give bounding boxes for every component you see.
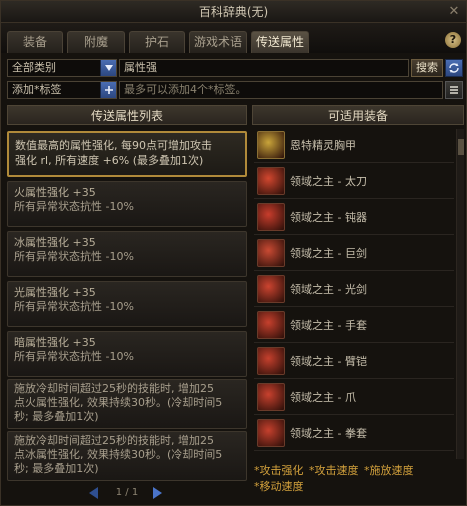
equipment-name: 领域之主 - 太刀 — [290, 175, 367, 188]
equipment-row[interactable]: 领域之主 - 太刀 — [254, 165, 454, 199]
equipment-row[interactable]: 领域之主 - 爪 — [254, 381, 454, 415]
chevron-down-icon[interactable] — [100, 60, 116, 76]
equipment-row[interactable]: 领域之主 - 光剑 — [254, 273, 454, 307]
greatsword-icon — [257, 239, 285, 267]
attribute-card[interactable]: 火属性强化 +35 所有异常状态抗性 -10% — [7, 181, 247, 227]
tag-input-placeholder: 最多可以添加4个*标签。 — [124, 83, 247, 96]
equipment-row[interactable]: 领域之主 - 拳套 — [254, 417, 454, 451]
attribute-card[interactable]: 光属性强化 +35 所有异常状态抗性 -10% — [7, 281, 247, 327]
tab-transfer-attributes[interactable]: 传送属性 — [251, 31, 309, 53]
prev-page-icon[interactable] — [89, 487, 98, 499]
gauntlet-icon — [257, 311, 285, 339]
add-tag-icon[interactable] — [100, 82, 116, 98]
search-input-value: 属性强 — [124, 61, 157, 74]
katana-icon — [257, 167, 285, 195]
equipment-name: 领域之主 - 巨剑 — [290, 247, 367, 260]
equipment-name: 领域之主 - 钝器 — [290, 211, 367, 224]
attribute-card[interactable]: 冰属性强化 +35 所有异常状态抗性 -10% — [7, 231, 247, 277]
attribute-list-header: 传送属性列表 — [7, 105, 247, 125]
filter-tag[interactable]: *攻击强化 — [254, 464, 304, 477]
filter-tag[interactable]: *移动速度 — [254, 480, 304, 493]
equipment-name: 领域之主 - 光剑 — [290, 283, 367, 296]
equipment-row[interactable]: 领域之主 - 钝器 — [254, 201, 454, 235]
equipment-name: 领域之主 - 爪 — [290, 391, 356, 404]
armguard-icon — [257, 347, 285, 375]
search-input[interactable]: 属性强 — [119, 59, 409, 77]
lightsaber-icon — [257, 275, 285, 303]
attribute-card[interactable]: 施放冷却时间超过25秒的技能时, 增加25 点火属性强化, 效果持续30秒。(冷… — [7, 379, 247, 429]
tab-enchant[interactable]: 附魔 — [67, 31, 125, 53]
tag-input[interactable]: 最多可以添加4个*标签。 — [119, 81, 443, 99]
attribute-card-line: 强化 rl, 所有速度 +6% (最多叠加1次) — [15, 154, 204, 167]
attribute-card-line: 施放冷却时间超过25秒的技能时, 增加25 — [14, 434, 214, 447]
search-button[interactable]: 搜索 — [411, 59, 443, 77]
equipment-name: 领域之主 - 拳套 — [290, 427, 367, 440]
close-icon[interactable]: ✕ — [446, 4, 462, 20]
attribute-card-line: 点冰属性强化, 效果持续30秒。(冷却时间5 — [14, 448, 223, 461]
attribute-card[interactable]: 暗属性强化 +35 所有异常状态抗性 -10% — [7, 331, 247, 377]
tab-bar: 装备 附魔 护石 游戏术语 传送属性 ? — [1, 23, 466, 53]
attribute-card-line: 暗属性强化 +35 — [14, 336, 96, 349]
equipment-list: 恩特精灵胸甲 领域之主 - 太刀 领域之主 - 钝器 领域之主 - 巨剑 领域之主 - … — [254, 129, 454, 455]
refresh-icon[interactable] — [445, 59, 463, 77]
page-indicator: 1 / 1 — [115, 487, 139, 498]
attribute-card-line: 数值最高的属性强化, 每90点可增加攻击 — [15, 139, 212, 152]
claw-icon — [257, 383, 285, 411]
attribute-card-line: 点火属性强化, 效果持续30秒。(冷却时间5 — [14, 396, 223, 409]
filter-tag[interactable]: *施放速度 — [364, 464, 414, 477]
attribute-card-line: 光属性强化 +35 — [14, 286, 96, 299]
attribute-card[interactable]: 施放冷却时间超过25秒的技能时, 增加25 点冰属性强化, 效果持续30秒。(冷… — [7, 431, 247, 481]
pager: 1 / 1 — [7, 483, 247, 503]
attribute-list: 数值最高的属性强化, 每90点可增加攻击 强化 rl, 所有速度 +6% (最多… — [7, 125, 247, 505]
equipment-name: 领域之主 - 臂铠 — [290, 355, 367, 368]
scroll-thumb[interactable] — [458, 139, 464, 155]
attribute-card-line: 秒; 最多叠加1次) — [14, 410, 99, 423]
applicable-equipment-header: 可适用装备 — [252, 105, 464, 125]
equipment-name: 领域之主 - 手套 — [290, 319, 367, 332]
attribute-card-line: 火属性强化 +35 — [14, 186, 96, 199]
next-page-icon[interactable] — [153, 487, 162, 499]
window-title: 百科辞典(无) — [198, 5, 269, 19]
tag-select-value: 添加*标签 — [12, 83, 62, 96]
equipment-row[interactable]: 恩特精灵胸甲 — [254, 129, 454, 163]
tab-equipment[interactable]: 装备 — [7, 31, 63, 53]
tag-select[interactable]: 添加*标签 — [7, 81, 117, 99]
equipment-row[interactable]: 领域之主 - 臂铠 — [254, 345, 454, 379]
category-select[interactable]: 全部类别 — [7, 59, 117, 77]
attribute-card-line: 所有异常状态抗性 -10% — [14, 300, 134, 313]
window-titlebar[interactable]: 百科辞典(无) ✕ — [1, 1, 466, 23]
help-icon[interactable]: ? — [445, 32, 461, 48]
attribute-card-line: 所有异常状态抗性 -10% — [14, 250, 134, 263]
attribute-card-line: 施放冷却时间超过25秒的技能时, 增加25 — [14, 382, 214, 395]
tab-talisman[interactable]: 护石 — [129, 31, 185, 53]
attribute-card-line: 冰属性强化 +35 — [14, 236, 96, 249]
attribute-card-selected[interactable]: 数值最高的属性强化, 每90点可增加攻击 强化 rl, 所有速度 +6% (最多… — [7, 131, 247, 177]
scrollbar[interactable] — [456, 129, 464, 459]
stat-filter-tags: *攻击强化 *攻击速度 *施放速度 *移动速度 — [254, 463, 462, 503]
fist-icon — [257, 419, 285, 447]
filter-tag[interactable]: *攻击速度 — [309, 464, 359, 477]
tab-game-terms[interactable]: 游戏术语 — [189, 31, 247, 53]
equipment-row[interactable]: 领域之主 - 巨剑 — [254, 237, 454, 271]
attribute-card-line: 秒; 最多叠加1次) — [14, 462, 99, 475]
equipment-row[interactable]: 领域之主 - 手套 — [254, 309, 454, 343]
category-select-value: 全部类别 — [12, 61, 56, 74]
list-menu-icon[interactable] — [445, 81, 463, 99]
attribute-card-line: 所有异常状态抗性 -10% — [14, 200, 134, 213]
armor-icon — [257, 131, 285, 159]
attribute-card-line: 所有异常状态抗性 -10% — [14, 350, 134, 363]
mace-icon — [257, 203, 285, 231]
encyclopedia-window: 百科辞典(无) ✕ 装备 附魔 护石 游戏术语 传送属性 ? 全部类别 属性强 … — [0, 0, 467, 506]
equipment-name: 恩特精灵胸甲 — [290, 139, 356, 152]
